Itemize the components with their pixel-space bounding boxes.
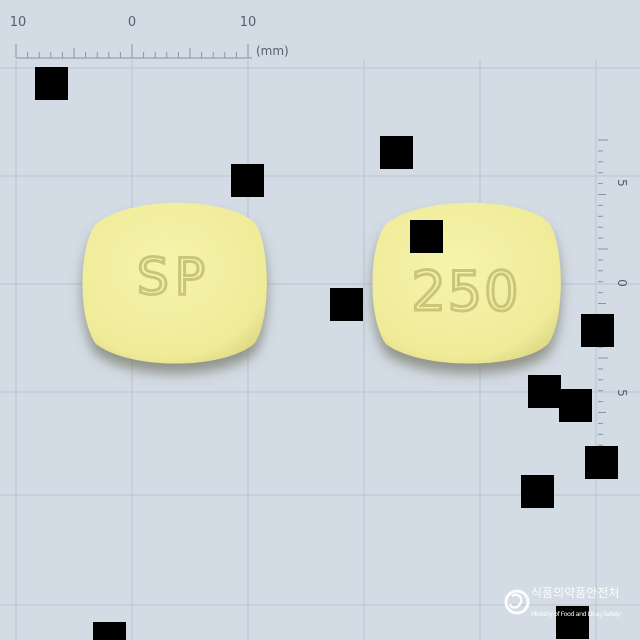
ruler-unit: (mm) [256, 44, 289, 58]
tablet-sp-imprint: SP [137, 248, 211, 306]
redaction-box [528, 375, 561, 408]
ruler-right-label-bottom: 5 [615, 389, 629, 397]
redaction-box [559, 389, 592, 422]
redaction-box [585, 446, 618, 479]
mfds-name-korean: 식품의약품안전처 [531, 585, 619, 600]
mfds-name-english: Ministry of Food and Drug Safety [531, 610, 621, 618]
tablet-250-imprint: 250 [411, 260, 520, 323]
ruler-top-label-left: 10 [10, 15, 27, 30]
tablet-photo: 10 0 10 (mm) 5 0 5 SP 250 식품의약품안전처 Minis… [0, 0, 640, 640]
ruler-top-label-center: 0 [128, 15, 136, 30]
ruler-top-label-right: 10 [240, 15, 257, 30]
redaction-box [581, 314, 614, 347]
ruler-right-label-center: 0 [615, 279, 629, 287]
redaction-box [93, 622, 126, 640]
redaction-box [380, 136, 413, 169]
redaction-box [231, 164, 264, 197]
ruler-right-label-top: 5 [615, 179, 629, 187]
redaction-box [410, 220, 443, 253]
redaction-box [521, 475, 554, 508]
redaction-box [35, 67, 68, 100]
redaction-box [330, 288, 363, 321]
